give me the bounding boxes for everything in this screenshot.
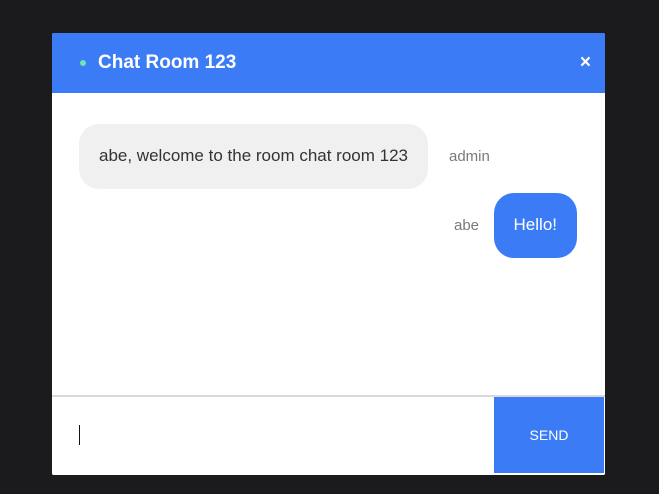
message-sender: abe (454, 217, 480, 234)
message-bubble-incoming: abe, welcome to the room chat room 123 (79, 124, 428, 189)
send-button[interactable]: SEND (494, 397, 604, 473)
close-icon[interactable]: × (580, 51, 591, 75)
message-input[interactable] (52, 397, 494, 473)
message-sender: admin (449, 148, 490, 165)
online-status-icon (80, 60, 86, 66)
message-bubble-outgoing: Hello! (493, 193, 577, 258)
chat-window: Chat Room 123 × abe, welcome to the room… (52, 33, 605, 475)
message-list: abe, welcome to the room chat room 123 a… (52, 93, 605, 397)
composer: SEND (52, 395, 605, 475)
chat-title: Chat Room 123 (98, 52, 237, 73)
chat-header: Chat Room 123 × (52, 33, 605, 93)
text-caret (79, 425, 80, 445)
